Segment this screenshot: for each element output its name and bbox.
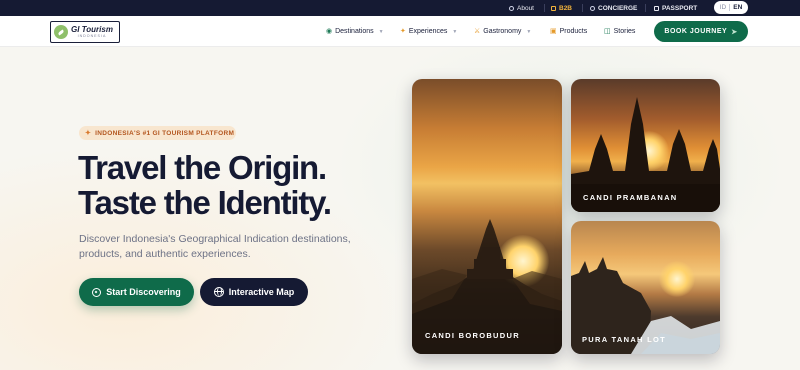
chevron-down-icon: ▼ — [378, 28, 384, 35]
chevron-down-icon: ▼ — [526, 28, 532, 35]
book-journey-label: BOOK JOURNEY — [664, 28, 728, 35]
compass-icon — [92, 287, 102, 297]
globe-icon — [213, 287, 224, 297]
hero-title-line-2: Taste the Identity. — [78, 184, 332, 221]
hero-title: Travel the Origin. Taste the Identity. — [78, 149, 332, 221]
nav-products-label: Products — [559, 28, 588, 35]
site-logo[interactable]: GI Tourism INDONESIA — [50, 21, 120, 43]
nav-stories-label: Stories — [613, 28, 636, 35]
map-pin-icon: ◉ — [326, 28, 333, 35]
nav-stories[interactable]: ◫ Stories — [604, 16, 635, 47]
start-discovering-label: Start Discovering — [106, 287, 181, 297]
interactive-map-label: Interactive Map — [228, 287, 295, 297]
tanah-lot-card[interactable]: PURA TANAH LOT — [571, 221, 720, 354]
main-navigation: GI Tourism INDONESIA ◉ Destinations ▼ ✦ … — [0, 16, 800, 47]
borobudur-card[interactable]: CANDI BOROBUDUR — [412, 79, 562, 354]
sparkle-icon: ✦ — [85, 130, 92, 137]
top-utility-bar: About B2B CONCIERGE PASSPORT ID EN — [0, 0, 800, 16]
nav-gastronomy-label: Gastronomy — [483, 28, 522, 35]
lang-divider — [729, 4, 731, 11]
b2b-label: B2B — [559, 4, 573, 12]
divider — [645, 4, 646, 12]
chat-icon — [590, 5, 595, 11]
platform-badge: ✦ INDONESIA'S #1 GI TOURISM PLATFORM — [79, 126, 236, 140]
passport-link[interactable]: PASSPORT — [654, 0, 697, 16]
nav-experiences[interactable]: ✦ Experiences ▼ — [400, 16, 457, 47]
concierge-link[interactable]: CONCIERGE — [590, 0, 637, 16]
start-discovering-button[interactable]: Start Discovering — [79, 278, 194, 306]
about-label: About — [517, 4, 534, 12]
hero-title-line-1: Travel the Origin. — [78, 149, 327, 186]
passport-label: PASSPORT — [662, 4, 698, 12]
book-journey-button[interactable]: BOOK JOURNEY ➤ — [654, 21, 748, 42]
lang-en-option[interactable]: EN — [733, 4, 742, 11]
logo-subtitle: INDONESIA — [77, 33, 107, 38]
nav-products[interactable]: ▣ Products — [550, 16, 587, 47]
rocket-icon: ➤ — [731, 28, 738, 36]
card-caption: CANDI PRAMBANAN — [583, 193, 678, 202]
borobudur-silhouette — [412, 219, 562, 354]
about-link[interactable]: About — [509, 0, 534, 16]
prambanan-card[interactable]: CANDI PRAMBANAN — [571, 79, 720, 212]
nav-experiences-label: Experiences — [408, 28, 448, 35]
lang-id-option[interactable]: ID — [720, 4, 727, 11]
language-switcher[interactable]: ID EN — [714, 1, 748, 14]
concierge-label: CONCIERGE — [598, 4, 638, 12]
badge-text: INDONESIA'S #1 GI TOURISM PLATFORM — [95, 129, 235, 137]
sparkle-icon: ✦ — [400, 28, 406, 35]
nav-destinations[interactable]: ◉ Destinations ▼ — [326, 16, 384, 47]
chevron-down-icon: ▼ — [452, 28, 458, 35]
book-icon: ◫ — [604, 28, 611, 35]
card-caption: CANDI BOROBUDUR — [425, 331, 520, 340]
utensils-icon: ⚔ — [474, 28, 481, 35]
b2b-link[interactable]: B2B — [551, 0, 572, 16]
leaf-logo-icon — [54, 25, 68, 39]
passport-icon — [654, 5, 659, 11]
hero-description: Discover Indonesia's Geographical Indica… — [79, 233, 351, 260]
info-icon — [509, 5, 514, 11]
interactive-map-button[interactable]: Interactive Map — [200, 278, 308, 306]
nav-gastronomy[interactable]: ⚔ Gastronomy ▼ — [474, 16, 531, 47]
logo-title: GI Tourism — [71, 24, 113, 34]
divider — [544, 4, 545, 12]
nav-destinations-label: Destinations — [335, 28, 374, 35]
divider — [582, 4, 583, 12]
card-caption: PURA TANAH LOT — [582, 335, 667, 344]
box-icon: ▣ — [550, 28, 557, 35]
briefcase-icon — [551, 5, 556, 11]
